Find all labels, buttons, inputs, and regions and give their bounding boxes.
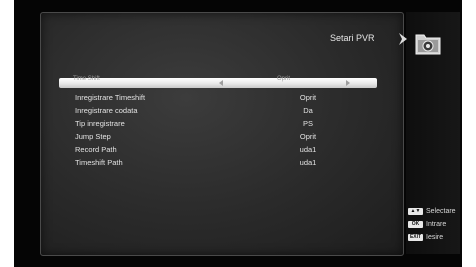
menu-item-record-type[interactable]: Tip inregistrare PS — [75, 119, 375, 129]
arrow-left-icon[interactable] — [219, 80, 223, 86]
menu-item-value: Oprit — [299, 132, 317, 141]
arrow-right-icon[interactable] — [346, 80, 350, 86]
menu-item-value: Oprit — [299, 93, 317, 102]
ok-key-icon: OK — [408, 220, 423, 228]
hint-label: Selectare — [426, 207, 456, 215]
menu-item-jump-step[interactable]: Jump Step Oprit — [75, 132, 375, 142]
menu-item-label: Time Shift — [73, 76, 100, 82]
menu-item-value: Oprit — [277, 76, 291, 82]
menu-item-value: uda1 — [299, 158, 317, 167]
menu-item-timeshift-path[interactable]: Timeshift Path uda1 — [75, 158, 375, 168]
hint-exit: EXIT Iesire — [408, 231, 464, 243]
page-title: Setari PVR — [330, 33, 375, 43]
hint-label: Intrare — [426, 220, 447, 228]
menu-item-record-path[interactable]: Record Path uda1 — [75, 145, 375, 155]
key-hints: ▲▼ Selectare OK Intrare EXIT Iesire — [408, 205, 464, 244]
exit-key-icon: EXIT — [408, 233, 423, 241]
menu-item-timeshift-record[interactable]: Inregistrare Timeshift Oprit — [75, 93, 375, 103]
menu-item-label: Inregistrare codata — [75, 106, 138, 115]
selected-menu-row[interactable]: Time Shift Oprit — [59, 76, 377, 88]
menu-item-label: Record Path — [75, 145, 117, 154]
menu-item-coded-record[interactable]: Inregistrare codata Da — [75, 106, 375, 116]
hint-label: Iesire — [426, 233, 444, 241]
record-folder-icon — [415, 34, 441, 55]
menu-item-label: Inregistrare Timeshift — [75, 93, 146, 102]
chevron-right-icon — [399, 33, 407, 45]
menu-item-value: Da — [303, 106, 313, 115]
up-down-key-icon: ▲▼ — [408, 207, 423, 215]
menu-item-label: Timeshift Path — [75, 158, 123, 167]
hint-enter: OK Intrare — [408, 218, 464, 230]
menu-item-label: Jump Step — [75, 132, 111, 141]
hint-select: ▲▼ Selectare — [408, 205, 464, 217]
menu-item-label: Tip inregistrare — [75, 119, 125, 128]
menu-item-value: PS — [302, 119, 313, 128]
menu-item-value: uda1 — [299, 145, 317, 154]
